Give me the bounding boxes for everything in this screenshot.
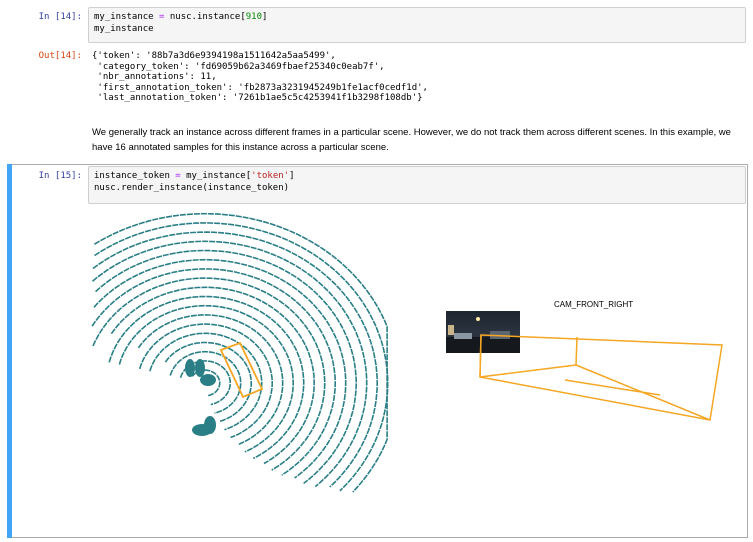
cell-15-code-input[interactable]: instance_token = my_instance['token'] nu… xyxy=(88,166,746,204)
cell-14-out-prompt: Out[14]: xyxy=(38,51,82,61)
lidar-render xyxy=(91,212,389,493)
lidar-cluster xyxy=(195,359,205,377)
code-line-2: my_instance xyxy=(94,24,154,34)
code-end: ] xyxy=(262,12,268,22)
projected-box-edge xyxy=(564,379,661,396)
lidar-ring xyxy=(91,240,368,488)
code-var: my_instance xyxy=(94,12,154,22)
output-line: {'token': '88b7a3d6e9394198a1511642a5aa5… xyxy=(92,51,336,61)
lidar-cluster xyxy=(192,424,212,436)
output-line: 'category_token': 'fd69059b62a3469fbaef2… xyxy=(92,61,385,72)
code-call: nusc.instance[ xyxy=(169,12,246,22)
code-string: 'token' xyxy=(251,171,290,181)
lidar-cluster xyxy=(200,374,216,386)
markdown-paragraph: We generally track an instance across di… xyxy=(92,127,731,153)
code-operator: = xyxy=(175,171,181,181)
projected-box-edge xyxy=(479,334,723,421)
lidar-ring xyxy=(93,212,388,493)
cell-14-code-input[interactable]: my_instance = nusc.instance[910] my_inst… xyxy=(88,7,746,43)
lidar-ring xyxy=(93,258,347,479)
code-end: ] xyxy=(289,171,295,181)
output-line: 'last_annotation_token': '7261b1ae5c5c42… xyxy=(92,93,423,103)
cell-15-in-prompt: In [15]: xyxy=(38,171,82,181)
code-number: 910 xyxy=(245,12,262,22)
output-line: 'first_annotation_token': 'fb2873a323194… xyxy=(92,82,428,93)
projected-box-edge xyxy=(479,334,482,378)
camera-title: CAM_FRONT_RIGHT xyxy=(554,300,634,309)
cell-14-in-prompt: In [14]: xyxy=(38,12,82,22)
lidar-cluster xyxy=(185,359,195,377)
code-line-2: nusc.render_instance(instance_token) xyxy=(94,183,290,193)
projected-box-edge xyxy=(479,364,577,378)
annotation-box xyxy=(219,341,264,399)
output-line: 'nbr_annotations': 11, xyxy=(92,72,217,82)
projected-box-edge xyxy=(575,336,578,366)
code-call: my_instance[ xyxy=(186,171,252,181)
code-operator: = xyxy=(159,12,165,22)
code-var: instance_token xyxy=(94,171,170,181)
camera-box-overlay xyxy=(479,334,723,421)
lidar-ring xyxy=(95,249,358,485)
cell-14-output: {'token': '88b7a3d6e9394198a1511642a5aa5… xyxy=(92,51,428,104)
